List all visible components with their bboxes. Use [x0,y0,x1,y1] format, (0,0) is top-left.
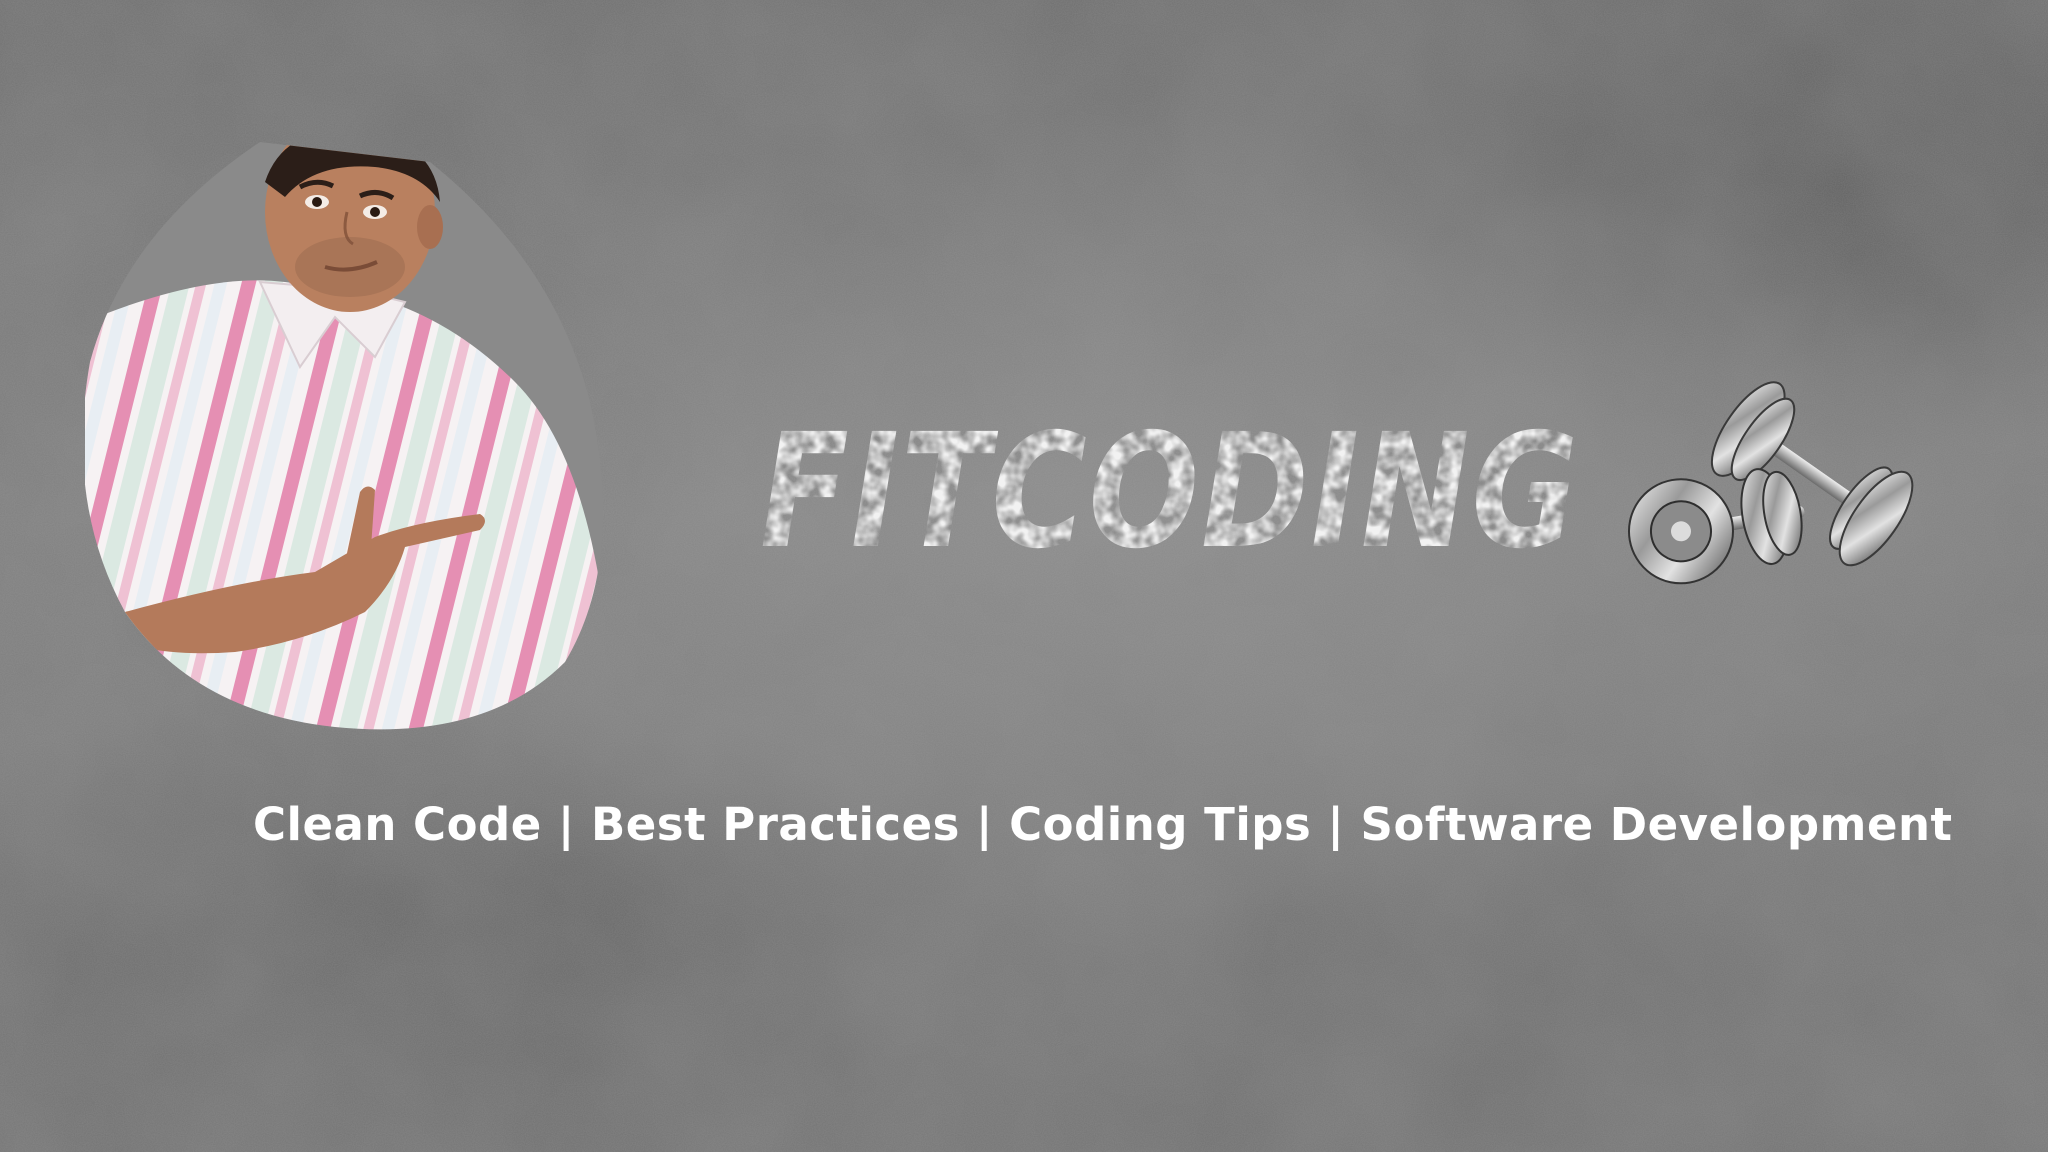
dumbbell-icon [1627,381,1914,585]
profile-photo [85,142,603,730]
channel-logo: FITCODING [760,400,1580,568]
logo-text: FITCODING [760,400,1580,568]
tagline: Clean Code | Best Practices | Coding Tip… [253,798,1953,851]
channel-banner: FITCODING Clean Code | Best Practices | … [0,0,2048,1152]
